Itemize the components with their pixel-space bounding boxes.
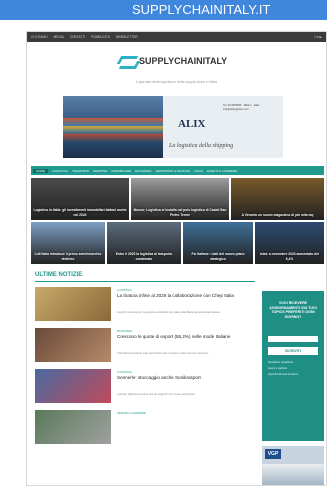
article-thumbnail[interactable]	[35, 410, 111, 444]
featured-tile[interactable]: Istat: a novembre 2023 aumentato del 6,4…	[255, 222, 324, 264]
article-thumbnail[interactable]	[35, 369, 111, 403]
cat-trasporti[interactable]: TRASPORTI	[72, 169, 89, 173]
section-divider	[35, 281, 255, 282]
tile-caption: Istat: a novembre 2023 aumentato del 6,4…	[260, 252, 319, 261]
article-excerpt: I dati dell'osservatorio sulle esportazi…	[117, 352, 209, 355]
sidebar-ad[interactable]: VGP	[262, 446, 324, 485]
site-logo[interactable]: SUPPLYCHAINITALY	[119, 54, 227, 68]
newsletter-bullet: Eventi e webinar	[268, 367, 288, 370]
cat-immobiliare[interactable]: IMMOBILIARE	[111, 169, 131, 173]
list-item[interactable]: ECONOMIA Crescono le quote di export (55…	[35, 328, 255, 364]
list-item[interactable]: LOGISTICA La tiratura infine al 2028 la …	[35, 287, 255, 323]
cat-logistica[interactable]: LOGISTICA	[52, 169, 68, 173]
article-excerpt: Accordo rinnovato per la gestione sosten…	[117, 311, 220, 314]
cat-italia[interactable]: ITALIA	[194, 169, 203, 173]
nav-item-newsletter[interactable]: NEWSLETTER	[116, 35, 138, 39]
cat-shipping[interactable]: SHIPPING	[93, 169, 107, 173]
featured-tile[interactable]: Logistica in Italia: gli investimenti im…	[31, 178, 129, 220]
ad-script: La logistica della shipping	[169, 143, 234, 149]
site-url-text: SUPPLYCHAINITALY.IT	[132, 2, 271, 17]
social-icons[interactable]: f in ▶	[314, 35, 322, 39]
article-title[interactable]: Sennerle: stoccaggio anche Sonikrasport	[117, 375, 247, 381]
nav-item-media[interactable]: MEDIA	[54, 35, 64, 39]
cat-aeroporti[interactable]: AEROPORTI & AVIATION	[156, 169, 191, 173]
tile-caption: Lidl Italia introduce il primo semirimor…	[34, 252, 102, 261]
newsletter-email-field[interactable]	[268, 336, 318, 342]
tile-caption: Fsi Italiane: i dati del nuovo piano str…	[191, 252, 245, 261]
featured-tile[interactable]: Entro il 2025 la logistica al trasporto …	[107, 222, 181, 264]
warehouse-image	[262, 464, 324, 485]
newsletter-heading: VUOI RICEVERE AGGIORNAMENTI SUI TUOI TOP…	[269, 301, 317, 319]
cat-economia[interactable]: ECONOMIA	[135, 169, 151, 173]
featured-tile[interactable]: Lidl Italia introduce il primo semirimor…	[31, 222, 105, 264]
tile-caption: A Venezia un nuovo magazzino di più mila…	[241, 212, 314, 217]
ad-banner[interactable]: ALIX Tel. 02 5656565 · Milano · Italia ·…	[63, 96, 283, 158]
newsletter-box: VUOI RICEVERE AGGIORNAMENTI SUI TUOI TOP…	[262, 291, 324, 441]
logo-icon	[119, 54, 135, 68]
top-nav: CHI SIAMO MEDIA CONTATTI PUBBLICITÀ NEWS…	[27, 32, 326, 42]
website-screenshot: CHI SIAMO MEDIA CONTATTI PUBBLICITÀ NEWS…	[26, 31, 327, 486]
article-category[interactable]: SERVIZI & CARRIERE	[117, 411, 146, 415]
article-title[interactable]: La tiratura infine al 2028 la collaboraz…	[117, 293, 247, 299]
cat-eventi[interactable]: EVENTI & CARRIERE	[207, 169, 237, 173]
article-title[interactable]: Crescono le quote di export (55,2%) nell…	[117, 334, 247, 340]
article-category[interactable]: LOGISTICA	[117, 370, 132, 374]
article-thumbnail[interactable]	[35, 328, 111, 362]
ad-brand-logo: VGP	[265, 449, 281, 459]
section-title: ULTIME NOTIZIE	[35, 272, 83, 278]
site-url-banner: SUPPLYCHAINITALY.IT	[0, 0, 327, 20]
brand-name: SUPPLYCHAINITALY	[139, 56, 228, 66]
ad-company: ALIX	[178, 118, 206, 130]
nav-item-chi-siamo[interactable]: CHI SIAMO	[31, 35, 48, 39]
article-thumbnail[interactable]	[35, 287, 111, 321]
newsletter-bullet: Newsletter quotidiana	[268, 361, 293, 364]
container-ship-image	[63, 96, 163, 158]
ad-info: Tel. 02 5656565 · Milano · Italia · info…	[223, 104, 261, 111]
article-excerpt: Il gruppo rafforza la propria rete di ma…	[117, 393, 196, 396]
article-category[interactable]: ECONOMIA	[117, 329, 132, 333]
featured-tile[interactable]: Fsi Italiane: i dati del nuovo piano str…	[183, 222, 253, 264]
featured-tile[interactable]: Moovo: Logistica si installa nel polo lo…	[131, 178, 229, 220]
tile-caption: Moovo: Logistica si installa nel polo lo…	[133, 208, 227, 217]
nav-item-contatti[interactable]: CONTATTI	[70, 35, 85, 39]
list-item[interactable]: LOGISTICA Sennerle: stoccaggio anche Son…	[35, 369, 255, 405]
list-item[interactable]: SERVIZI & CARRIERE	[35, 410, 255, 446]
site-tagline: Il giornale della logistica e della supp…	[136, 80, 217, 84]
nav-item-pubblicita[interactable]: PUBBLICITÀ	[91, 35, 110, 39]
tile-caption: Logistica in Italia: gli investimenti im…	[33, 208, 127, 217]
subscribe-button[interactable]: ISCRIVITI	[268, 347, 318, 355]
tile-caption: Entro il 2025 la logistica al trasporto …	[115, 252, 173, 261]
newsletter-bullet: Approfondimenti di settore	[268, 373, 299, 376]
category-nav: HOME LOGISTICA TRASPORTI SHIPPING IMMOBI…	[31, 166, 324, 175]
featured-tile[interactable]: A Venezia un nuovo magazzino di più mila…	[231, 178, 324, 220]
cat-home[interactable]: HOME	[33, 168, 48, 173]
article-category[interactable]: LOGISTICA	[117, 288, 132, 292]
